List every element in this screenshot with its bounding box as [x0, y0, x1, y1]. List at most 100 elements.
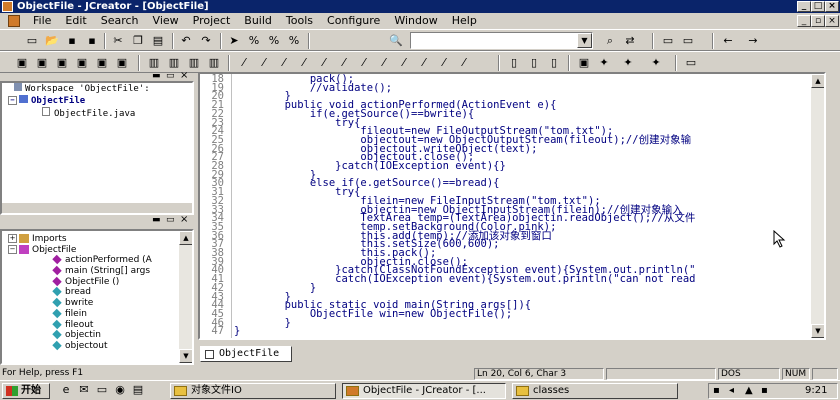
maximize-button[interactable]: □ [811, 1, 825, 12]
collapse-icon[interactable]: − [8, 96, 17, 105]
tree-item-field[interactable]: objectin [2, 329, 192, 341]
cut-icon[interactable]: ✂ [110, 33, 126, 49]
menu-edit[interactable]: Edit [58, 13, 93, 29]
menu-window[interactable]: Window [387, 13, 444, 29]
outlook-icon[interactable]: ✉ [76, 382, 92, 398]
classview-icon[interactable]: ▣ [54, 55, 70, 71]
debug-icon[interactable]: ✦ [596, 55, 612, 71]
window-icon[interactable]: ▭ [660, 33, 676, 49]
menu-view[interactable]: View [146, 13, 186, 29]
build-icon[interactable]: ▯ [526, 55, 542, 71]
tree-item-field[interactable]: objectout [2, 340, 192, 352]
redo-icon[interactable]: ↷ [198, 33, 214, 49]
paste-icon[interactable]: ▤ [150, 33, 166, 49]
minimize-button[interactable]: _ [797, 1, 811, 12]
execute-icon[interactable]: ▣ [576, 55, 592, 71]
tree-item-field[interactable]: filein [2, 308, 192, 320]
panel-float-icon[interactable]: ▭ [166, 71, 175, 81]
copy-icon[interactable]: ❐ [130, 33, 146, 49]
wrap-icon[interactable]: ⁄ [416, 55, 432, 71]
whitespace-icon[interactable]: ⁄ [436, 55, 452, 71]
classview-scrollbar[interactable]: ▲ ▼ [178, 231, 192, 363]
panel-top-icon[interactable]: ▥ [206, 55, 222, 71]
media-icon[interactable]: ◉ [112, 382, 128, 398]
explorer-icon[interactable]: ▤ [130, 382, 146, 398]
antivirus-icon[interactable]: ▲ [745, 384, 753, 398]
expand-icon[interactable]: + [8, 234, 17, 243]
comment-icon[interactable]: ⁄ [276, 55, 292, 71]
task-folder[interactable]: 对象文件IO [170, 383, 336, 399]
go-to-icon[interactable]: ▭ [680, 33, 696, 49]
tree-item-field[interactable]: fileout [2, 319, 192, 331]
panel-minimize-icon[interactable]: ▬ [152, 215, 161, 225]
volume-icon[interactable]: ◂ [729, 384, 734, 398]
new-file-icon[interactable]: ▭ [24, 33, 40, 49]
options-icon[interactable]: ✦ [620, 55, 636, 71]
clear-bookmarks-icon[interactable]: % [286, 33, 302, 49]
panel-right-icon[interactable]: ▥ [166, 55, 182, 71]
mdi-close-button[interactable]: × [825, 15, 839, 27]
format-icon[interactable]: ⁄ [396, 55, 412, 71]
menu-tools[interactable]: Tools [279, 13, 320, 29]
project-node[interactable]: − ObjectFile [2, 95, 192, 107]
find-input[interactable] [411, 33, 571, 48]
mdi-restore-button[interactable]: ▫ [811, 15, 825, 27]
brace-match-icon[interactable]: ⁄ [456, 55, 472, 71]
tabify-icon[interactable]: ⁄ [356, 55, 372, 71]
panel-bottom-icon[interactable]: ▥ [186, 55, 202, 71]
menu-configure[interactable]: Configure [320, 13, 387, 29]
scroll-up-icon[interactable]: ▲ [179, 231, 192, 245]
menu-file[interactable]: File [26, 13, 58, 29]
unindent-icon[interactable]: ⁄ [256, 55, 272, 71]
fullscreen-icon[interactable]: ▣ [114, 55, 130, 71]
tree-item-imports[interactable]: + Imports [2, 234, 192, 245]
chevron-down-icon[interactable]: ▼ [577, 33, 592, 48]
editor-scrollbar[interactable]: ▲ ▼ [810, 74, 824, 338]
tree-item-method[interactable]: ObjectFile () [2, 276, 192, 288]
task-classes[interactable]: classes [512, 383, 678, 399]
uppercase-icon[interactable]: ⁄ [316, 55, 332, 71]
lowercase-icon[interactable]: ⁄ [336, 55, 352, 71]
uncomment-icon[interactable]: ⁄ [296, 55, 312, 71]
save-all-icon[interactable]: ▪ [84, 33, 100, 49]
back-arrow-icon[interactable]: ← [720, 33, 736, 49]
find-combo[interactable]: ▼ [410, 32, 593, 49]
ie-icon[interactable]: e [58, 382, 74, 398]
packageview-icon[interactable]: ▣ [74, 55, 90, 71]
find-icon[interactable]: 🔍 [388, 33, 404, 49]
help-icon[interactable]: ▭ [683, 55, 699, 71]
bookmark-icon[interactable]: ➤ [226, 33, 242, 49]
tree-item-method[interactable]: actionPerformed (A [2, 255, 192, 266]
workspace-root[interactable]: Workspace 'ObjectFile': [2, 83, 192, 95]
output-view-icon[interactable]: ▣ [94, 55, 110, 71]
panel-close-icon[interactable]: × [180, 214, 188, 225]
workspace-view-icon[interactable]: ▣ [14, 55, 30, 71]
code-editor[interactable]: 18 pack(); 19 //validate(); 20 } 21 public … [198, 72, 826, 340]
mdi-minimize-button[interactable]: _ [797, 15, 811, 27]
panel-minimize-icon[interactable]: ▬ [152, 71, 161, 81]
rebuild-icon[interactable]: ▯ [546, 55, 562, 71]
workspace-hscroll[interactable] [2, 203, 192, 213]
panel-close-icon[interactable]: × [180, 70, 188, 81]
network-icon[interactable]: ▪ [713, 384, 720, 398]
untabify-icon[interactable]: ⁄ [376, 55, 392, 71]
tree-item-class[interactable]: − ObjectFile [2, 244, 192, 256]
tree-item-field[interactable]: bread [2, 287, 192, 298]
save-icon[interactable]: ▪ [64, 33, 80, 49]
desktop-icon[interactable]: ▭ [94, 382, 110, 398]
menu-build[interactable]: Build [237, 13, 279, 29]
menu-project[interactable]: Project [186, 13, 238, 29]
close-button[interactable]: × [825, 1, 839, 12]
forward-arrow-icon[interactable]: → [745, 33, 761, 49]
panel-left-icon[interactable]: ▥ [146, 55, 162, 71]
menu-search[interactable]: Search [94, 13, 146, 29]
fileview-icon[interactable]: ▣ [34, 55, 50, 71]
scroll-up-icon[interactable]: ▲ [811, 74, 824, 88]
tree-item-field[interactable]: bwrite [2, 297, 192, 309]
next-bookmark-icon[interactable]: % [246, 33, 262, 49]
indent-icon[interactable]: ⁄ [236, 55, 252, 71]
panel-float-icon[interactable]: ▭ [166, 215, 175, 225]
tree-item-method[interactable]: main (String[] args [2, 265, 192, 277]
ime-icon[interactable]: ▪ [761, 384, 768, 398]
tab-objectfile[interactable]: ObjectFile [200, 346, 292, 362]
